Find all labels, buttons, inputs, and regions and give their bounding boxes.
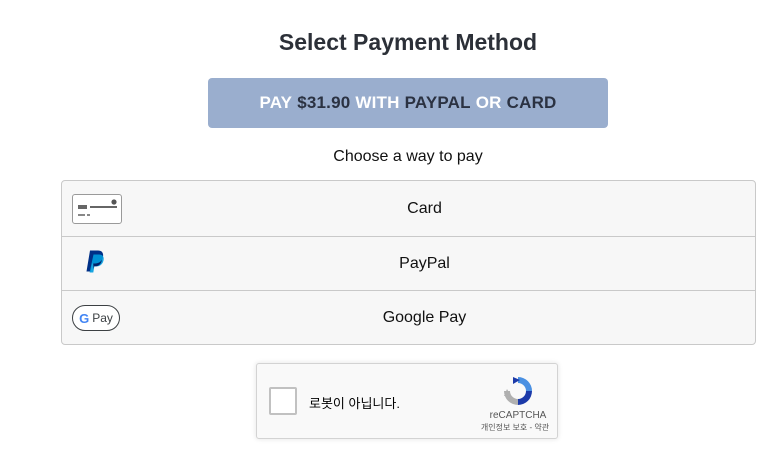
pay-amount: $31.90 — [297, 93, 351, 112]
recaptcha-label: 로봇이 아닙니다. — [309, 396, 400, 411]
google-pay-badge-text: Pay — [92, 311, 113, 325]
card-word: CARD — [506, 93, 557, 112]
payment-method-label: Google Pay — [382, 309, 467, 326]
paypal-word: PAYPAL — [404, 93, 471, 112]
payment-method-label: PayPal — [399, 254, 450, 272]
google-g-icon: G — [79, 310, 90, 326]
payment-methods-list: Card PayPal G Pay Google Pay — [61, 180, 756, 345]
google-pay-icon: G Pay — [72, 305, 120, 331]
recaptcha-checkbox[interactable] — [269, 387, 297, 415]
recaptcha-widget: 로봇이 아닙니다. reCAPTCHA 개인정보 보호 - 약관 — [256, 363, 558, 439]
payment-method-label: Card — [407, 199, 442, 217]
recaptcha-brand: reCAPTCHA — [489, 410, 547, 421]
payment-method-google-pay[interactable]: G Pay Google Pay — [62, 291, 755, 344]
pay-summary-banner: PAY $31.90 WITH PAYPAL OR CARD — [208, 78, 608, 128]
choose-payment-text: Choose a way to pay — [333, 148, 483, 165]
pay-word: PAY — [259, 93, 293, 112]
payment-method-paypal[interactable]: PayPal — [62, 237, 755, 291]
page-title: Select Payment Method — [278, 29, 538, 55]
or-word: OR — [475, 93, 502, 112]
recaptcha-logo-icon — [504, 377, 532, 405]
with-word: WITH — [355, 93, 400, 112]
recaptcha-privacy-terms-links[interactable]: 개인정보 보호 - 약관 — [473, 422, 557, 433]
credit-card-icon — [72, 193, 122, 224]
payment-method-card[interactable]: Card — [62, 181, 755, 237]
paypal-icon — [84, 249, 106, 278]
